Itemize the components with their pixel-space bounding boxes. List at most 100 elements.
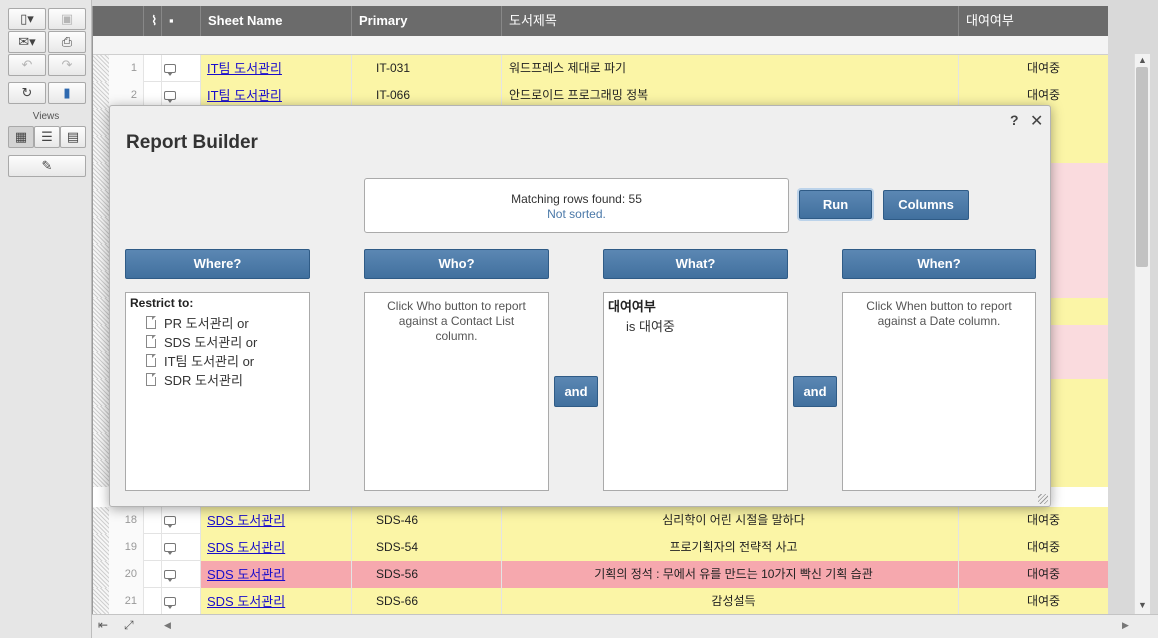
book-title-cell[interactable]: 프로기획자의 전략적 사고: [502, 534, 959, 561]
restrict-item-label: IT팀 도서관리 or: [164, 354, 255, 369]
comment-cell: [162, 534, 201, 561]
sheet-name-cell[interactable]: SDS 도서관리: [201, 507, 352, 534]
scroll-up-icon[interactable]: ▲: [1138, 55, 1147, 65]
paperclip-icon: ⌇: [151, 13, 158, 28]
comment-icon[interactable]: [164, 516, 176, 528]
cell-text: 심리학이 어린 시절을 말하다: [662, 513, 805, 527]
header-comments[interactable]: ▪: [162, 6, 201, 36]
primary-cell[interactable]: SDS-56: [352, 561, 502, 588]
cell-text: IT-031: [376, 61, 411, 75]
rental-status-cell[interactable]: 대여중: [959, 561, 1108, 588]
grid-view-button[interactable]: ▦: [8, 126, 34, 148]
new-document-icon: ▯▾: [20, 11, 34, 26]
restrict-item-label: SDS 도서관리 or: [164, 335, 258, 350]
comment-icon[interactable]: [164, 570, 176, 582]
print-button[interactable]: ⎙: [48, 31, 86, 53]
attachment-cell: [144, 55, 162, 82]
table-row[interactable]: 21 SDS 도서관리 SDS-66 감성설득 대여중: [93, 588, 1108, 614]
highlight-button[interactable]: ✎: [8, 155, 86, 177]
table-row[interactable]: 18 SDS 도서관리 SDS-46 심리학이 어린 시절을 말하다 대여중: [93, 507, 1108, 534]
gantt-view-button[interactable]: ☰: [34, 126, 60, 148]
when-button[interactable]: When?: [842, 249, 1036, 279]
who-panel[interactable]: Click Who button to report against a Con…: [364, 292, 549, 491]
comment-icon[interactable]: [164, 597, 176, 609]
rental-status-cell[interactable]: 대여중: [959, 55, 1108, 82]
header-book-title[interactable]: 도서제목: [502, 6, 959, 36]
table-row[interactable]: 1 IT팀 도서관리 IT-031 워드프레스 제대로 파기 대여중: [93, 55, 1108, 82]
rental-status-cell[interactable]: 대여중: [959, 507, 1108, 534]
close-icon[interactable]: ✕: [1030, 111, 1043, 131]
comment-icon[interactable]: [164, 64, 176, 76]
primary-cell[interactable]: SDS-54: [352, 534, 502, 561]
columns-button[interactable]: Columns: [883, 190, 969, 220]
redo-button[interactable]: ↷: [48, 54, 86, 76]
what-condition: is 대여중: [626, 319, 675, 334]
refresh-button[interactable]: ↻: [8, 82, 46, 104]
sheet-name-cell[interactable]: SDS 도서관리: [201, 534, 352, 561]
primary-cell[interactable]: IT-031: [352, 55, 502, 82]
new-sheet-button[interactable]: ▯▾: [8, 8, 46, 30]
restrict-item[interactable]: SDS 도서관리 or: [146, 332, 309, 351]
where-button[interactable]: Where?: [125, 249, 310, 279]
sheet-link[interactable]: SDS 도서관리: [207, 567, 285, 582]
sheet-link[interactable]: SDS 도서관리: [207, 594, 285, 609]
comment-icon[interactable]: [164, 91, 176, 103]
rental-status-cell[interactable]: 대여중: [959, 588, 1108, 614]
first-page-icon[interactable]: ⇤: [98, 618, 108, 632]
book-title-cell[interactable]: 워드프레스 제대로 파기: [502, 55, 959, 82]
calendar-view-button[interactable]: ▤: [60, 126, 86, 148]
comment-icon[interactable]: [164, 543, 176, 555]
primary-cell[interactable]: SDS-66: [352, 588, 502, 614]
sheet-icon: [146, 373, 156, 386]
scroll-down-icon[interactable]: ▼: [1138, 600, 1147, 610]
expand-icon[interactable]: ⤢: [124, 618, 134, 633]
and-button-1[interactable]: and: [554, 376, 598, 407]
sheet-link[interactable]: SDS 도서관리: [207, 540, 285, 555]
restrict-item[interactable]: PR 도서관리 or: [146, 313, 309, 332]
where-panel[interactable]: Restrict to: PR 도서관리 or SDS 도서관리 or IT팀 …: [125, 292, 310, 491]
sheet-name-cell[interactable]: SDS 도서관리: [201, 561, 352, 588]
primary-cell[interactable]: SDS-46: [352, 507, 502, 534]
table-row[interactable]: 19 SDS 도서관리 SDS-54 프로기획자의 전략적 사고 대여중: [93, 534, 1108, 561]
restrict-item[interactable]: SDR 도서관리: [146, 370, 309, 389]
scroll-left-icon[interactable]: ◀: [164, 620, 171, 631]
cell-text: 1: [130, 62, 137, 74]
publish-icon: ▮: [63, 85, 71, 100]
who-hint: Click Who button to report against a Con…: [387, 299, 526, 343]
save-button[interactable]: ▣: [48, 8, 86, 30]
publish-button[interactable]: ▮: [48, 82, 86, 104]
cell-text: 대여중: [1026, 61, 1061, 75]
sheet-name-cell[interactable]: IT팀 도서관리: [201, 55, 352, 82]
header-rental-status[interactable]: 대여여부: [959, 6, 1108, 36]
attachment-cell: [144, 588, 162, 614]
run-button[interactable]: Run: [799, 190, 872, 219]
header-sheet-name[interactable]: Sheet Name: [201, 6, 352, 36]
book-title-cell[interactable]: 심리학이 어린 시절을 말하다: [502, 507, 959, 534]
sheet-link[interactable]: SDS 도서관리: [207, 513, 285, 528]
restrict-item[interactable]: IT팀 도서관리 or: [146, 351, 309, 370]
help-icon[interactable]: ?: [1010, 112, 1019, 128]
sheet-link[interactable]: IT팀 도서관리: [207, 61, 282, 76]
rental-status-cell[interactable]: 대여중: [959, 534, 1108, 561]
who-button[interactable]: Who?: [364, 249, 549, 279]
vertical-scroll-thumb[interactable]: [1136, 67, 1148, 267]
row-number: 20: [93, 561, 144, 588]
table-row[interactable]: 20 SDS 도서관리 SDS-56 기획의 정석 : 무에서 유를 만드는 10가지…: [93, 561, 1108, 588]
resize-grip[interactable]: [1038, 494, 1048, 504]
book-title-cell[interactable]: 기획의 정석 : 무에서 유를 만드는 10가지 빡신 기획 습관: [502, 561, 959, 588]
when-panel[interactable]: Click When button to report against a Da…: [842, 292, 1036, 491]
sheet-link[interactable]: IT팀 도서관리: [207, 88, 282, 103]
what-button[interactable]: What?: [603, 249, 788, 279]
what-panel[interactable]: 대여여부 is 대여중: [603, 292, 788, 491]
and-button-2[interactable]: and: [793, 376, 837, 407]
save-icon: ▣: [60, 11, 74, 26]
header-primary[interactable]: Primary: [352, 6, 502, 36]
cell-text: SDS-54: [376, 540, 419, 554]
header-attachment[interactable]: ⌇: [144, 6, 162, 36]
undo-button[interactable]: ↶: [8, 54, 46, 76]
sheet-name-cell[interactable]: SDS 도서관리: [201, 588, 352, 614]
sheet-icon: [146, 354, 156, 367]
email-button[interactable]: ✉▾: [8, 31, 46, 53]
book-title-cell[interactable]: 감성설득: [502, 588, 959, 614]
scroll-right-icon[interactable]: ▶: [1122, 620, 1129, 631]
